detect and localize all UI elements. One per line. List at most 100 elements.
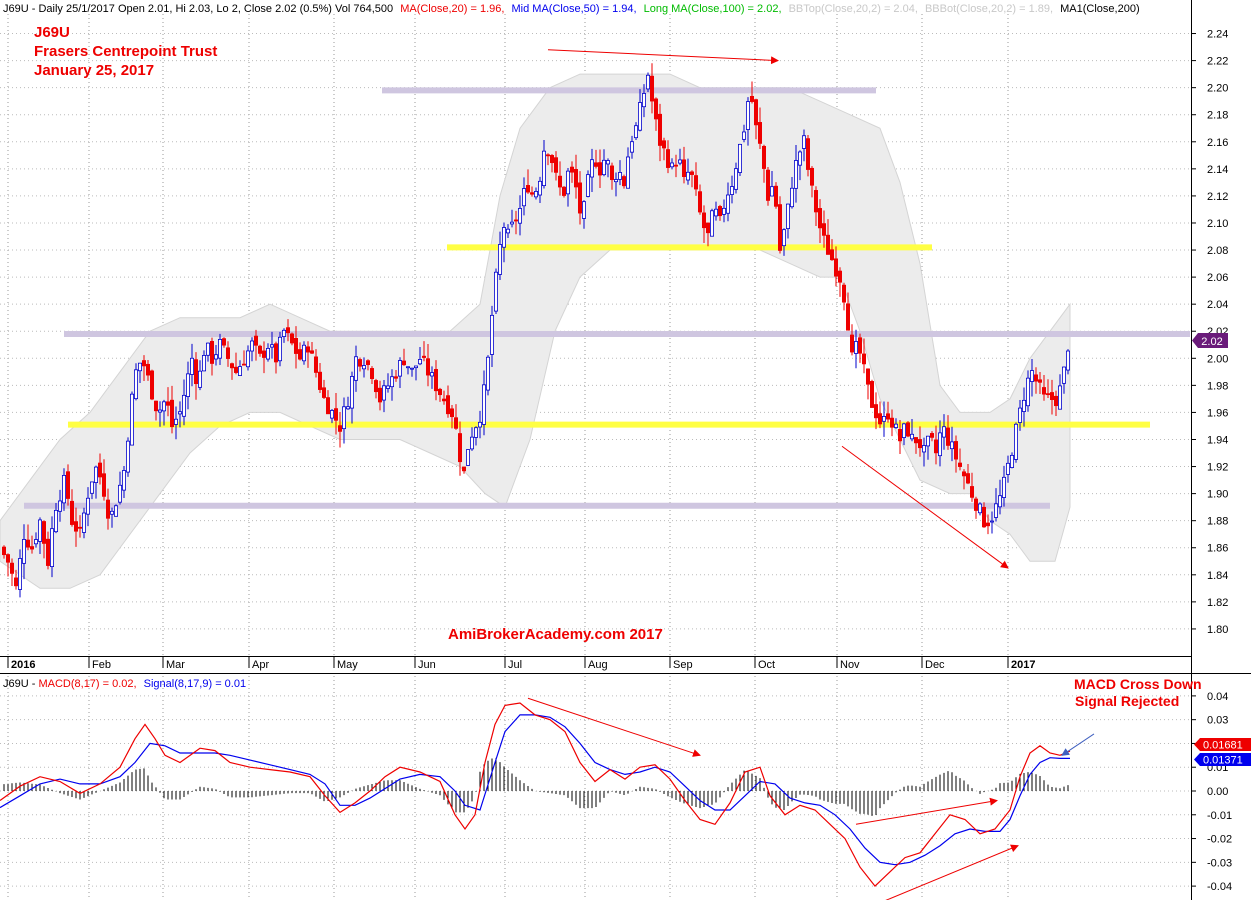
macd-annotation-line1: MACD Cross Down <box>1074 676 1202 692</box>
price-tick-label: 2.24 <box>1207 29 1228 41</box>
candle-body <box>469 436 474 450</box>
candle-body <box>934 439 939 454</box>
candle-body <box>90 481 95 494</box>
candle-body <box>926 435 931 447</box>
candle-body <box>305 346 310 353</box>
candle-body <box>1022 399 1027 412</box>
candle-body <box>738 143 743 173</box>
candle-body <box>361 365 366 370</box>
macd-header: J69U - MACD(8,17) = 0.02, Signal(8,17,9)… <box>3 678 246 690</box>
candle <box>738 143 743 176</box>
candle <box>493 268 498 314</box>
candle-body <box>762 145 767 169</box>
macd-tick-label: -0.03 <box>1207 857 1232 869</box>
candle-body <box>678 159 683 164</box>
candle-body <box>233 366 238 373</box>
candle-body <box>858 337 863 354</box>
price-tick-label: 1.92 <box>1207 462 1228 474</box>
macd-tick-label: -0.02 <box>1207 834 1232 846</box>
time-tick-label: Sep <box>673 659 693 671</box>
macd-legend: MACD(8,17) = 0.02, <box>38 678 136 690</box>
candle-body <box>441 398 446 402</box>
candle-body <box>1026 377 1031 407</box>
candle-body <box>758 122 763 144</box>
candle-body <box>98 462 103 478</box>
candle-body <box>706 222 711 234</box>
candle-body <box>570 166 575 173</box>
bbbot-legend: BBBot(Close,20,2) = 1.89, <box>925 3 1053 15</box>
candle-body <box>1042 387 1047 395</box>
candle <box>778 196 783 254</box>
watermark-text: AmiBrokerAcademy.com 2017 <box>448 626 663 643</box>
candle-body <box>473 427 478 438</box>
last-price-flag: 2.02 <box>1192 333 1228 348</box>
candle-body <box>381 385 386 401</box>
candle-body <box>518 208 523 224</box>
candle-body <box>261 350 266 358</box>
candle-body <box>193 359 198 385</box>
candle-body <box>626 156 631 189</box>
time-tick-label: Apr <box>252 659 269 671</box>
candle-body <box>46 538 51 566</box>
candle-body <box>241 363 246 366</box>
candle-body <box>481 384 486 425</box>
candle-body <box>325 397 330 415</box>
candle-body <box>974 498 979 511</box>
candle <box>906 421 911 438</box>
candle-body <box>129 393 134 446</box>
signal-legend: Signal(8,17,9) = 0.01 <box>144 678 246 690</box>
chart-svg: 1.80 1.82 1.84 1.86 1.88 1.90 1.92 1.94 1.96 1.98… <box>0 0 1251 904</box>
candle-body <box>29 546 34 550</box>
candle-body <box>982 506 987 528</box>
candle-body <box>686 171 691 181</box>
price-tick-label: 2.04 <box>1207 299 1228 311</box>
macd-tick-label: -0.01 <box>1207 810 1232 822</box>
candle <box>562 186 567 198</box>
candle-body <box>1014 423 1019 460</box>
candle-body <box>349 376 354 409</box>
candle-body <box>357 359 362 367</box>
price-tick-label: 2.12 <box>1207 191 1228 203</box>
candle-body <box>562 186 567 196</box>
long-ma-legend: Long MA(Close,100) = 2.02, <box>644 3 782 15</box>
candle-body <box>337 425 342 432</box>
candle-body <box>978 503 983 514</box>
candle-body <box>998 495 1003 508</box>
candle-body <box>822 223 827 236</box>
candle <box>586 170 591 198</box>
candle-body <box>922 445 927 453</box>
candle-body <box>730 186 735 195</box>
candle-body <box>269 344 274 348</box>
candle-body <box>914 437 919 444</box>
candle-body <box>906 422 911 437</box>
candle-body <box>622 176 627 187</box>
candle-body <box>237 366 242 376</box>
signal-value-flag: 0.01371 <box>1194 753 1251 767</box>
candle-body <box>786 203 791 229</box>
candle-body <box>750 95 755 102</box>
price-tick-label: 2.14 <box>1207 164 1228 176</box>
candle-body <box>770 186 775 197</box>
candle-body <box>530 192 535 195</box>
candle-body <box>497 244 502 275</box>
candle-body <box>846 303 851 331</box>
candle-body <box>209 340 214 364</box>
candle-body <box>453 417 458 429</box>
candle-body <box>493 271 498 312</box>
candle-body <box>1050 392 1055 401</box>
candle-body <box>229 363 234 369</box>
candle-body <box>373 380 378 393</box>
candle-body <box>1046 393 1051 396</box>
candle-body <box>13 577 18 587</box>
candle-body <box>902 423 907 438</box>
candle-body <box>958 462 963 467</box>
candle-body <box>225 347 230 359</box>
candle-body <box>834 258 839 277</box>
candle <box>485 355 490 396</box>
candle-body <box>538 180 543 196</box>
candle-body <box>413 365 418 369</box>
candle-body <box>201 355 206 372</box>
candle-body <box>161 401 166 412</box>
candle-body <box>301 344 306 362</box>
price-tick-label: 2.20 <box>1207 83 1228 95</box>
